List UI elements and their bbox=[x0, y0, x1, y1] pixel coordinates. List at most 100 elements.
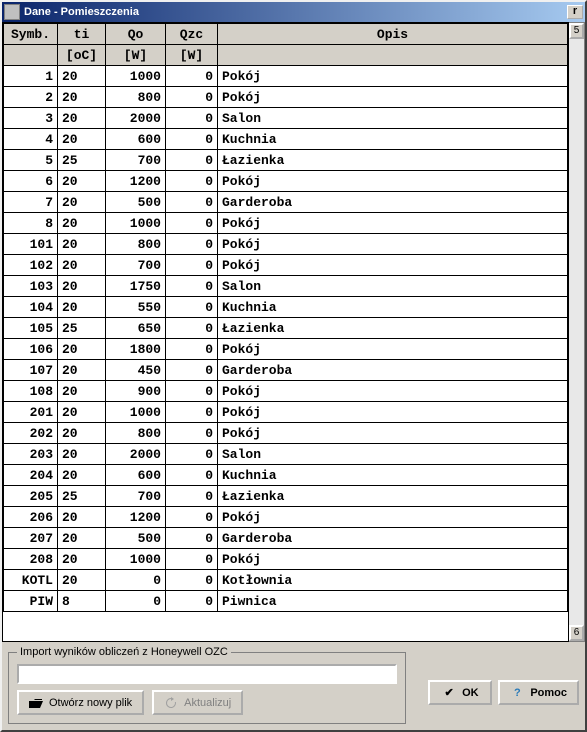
table-row[interactable]: 202208000Pokój bbox=[4, 423, 568, 444]
cell-qo[interactable]: 0 bbox=[106, 591, 166, 612]
cell-opis[interactable]: Pokój bbox=[218, 402, 568, 423]
cell-qzc[interactable]: 0 bbox=[166, 213, 218, 234]
cell-qzc[interactable]: 0 bbox=[166, 528, 218, 549]
table-row[interactable]: 104205500Kuchnia bbox=[4, 297, 568, 318]
cell-symb[interactable]: 6 bbox=[4, 171, 58, 192]
table-row[interactable]: KOTL2000Kotłownia bbox=[4, 570, 568, 591]
header-symb[interactable]: Symb. bbox=[4, 24, 58, 45]
cell-opis[interactable]: Pokój bbox=[218, 507, 568, 528]
cell-qo[interactable]: 700 bbox=[106, 486, 166, 507]
cell-qzc[interactable]: 0 bbox=[166, 276, 218, 297]
cell-ti[interactable]: 20 bbox=[58, 465, 106, 486]
cell-ti[interactable]: 20 bbox=[58, 528, 106, 549]
cell-qzc[interactable]: 0 bbox=[166, 255, 218, 276]
cell-qo[interactable]: 1000 bbox=[106, 213, 166, 234]
cell-qo[interactable]: 2000 bbox=[106, 444, 166, 465]
cell-ti[interactable]: 20 bbox=[58, 276, 106, 297]
cell-opis[interactable]: Pokój bbox=[218, 171, 568, 192]
cell-opis[interactable]: Pokój bbox=[218, 213, 568, 234]
table-row[interactable]: 2032020000Salon bbox=[4, 444, 568, 465]
cell-qzc[interactable]: 0 bbox=[166, 129, 218, 150]
cell-qo[interactable]: 1800 bbox=[106, 339, 166, 360]
cell-symb[interactable]: 207 bbox=[4, 528, 58, 549]
cell-symb[interactable]: 106 bbox=[4, 339, 58, 360]
cell-opis[interactable]: Łazienka bbox=[218, 486, 568, 507]
title-bar[interactable]: Dane - Pomieszczenia r bbox=[2, 2, 585, 22]
cell-ti[interactable]: 20 bbox=[58, 360, 106, 381]
cell-qo[interactable]: 1000 bbox=[106, 549, 166, 570]
ok-button[interactable]: ✔ OK bbox=[428, 680, 492, 705]
cell-qzc[interactable]: 0 bbox=[166, 234, 218, 255]
cell-qo[interactable]: 700 bbox=[106, 255, 166, 276]
cell-opis[interactable]: Pokój bbox=[218, 66, 568, 87]
cell-qo[interactable]: 1000 bbox=[106, 402, 166, 423]
cell-qzc[interactable]: 0 bbox=[166, 381, 218, 402]
header-qo[interactable]: Qo bbox=[106, 24, 166, 45]
cell-symb[interactable]: 3 bbox=[4, 108, 58, 129]
cell-symb[interactable]: 7 bbox=[4, 192, 58, 213]
cell-ti[interactable]: 25 bbox=[58, 486, 106, 507]
cell-qo[interactable]: 600 bbox=[106, 465, 166, 486]
table-row[interactable]: 2082010000Pokój bbox=[4, 549, 568, 570]
table-row[interactable]: 107204500Garderoba bbox=[4, 360, 568, 381]
cell-opis[interactable]: Pokój bbox=[218, 423, 568, 444]
table-row[interactable]: 105256500Łazienka bbox=[4, 318, 568, 339]
cell-opis[interactable]: Pokój bbox=[218, 255, 568, 276]
table-row[interactable]: 204206000Kuchnia bbox=[4, 465, 568, 486]
cell-symb[interactable]: 205 bbox=[4, 486, 58, 507]
table-row[interactable]: 7205000Garderoba bbox=[4, 192, 568, 213]
cell-qo[interactable]: 2000 bbox=[106, 108, 166, 129]
cell-symb[interactable]: 202 bbox=[4, 423, 58, 444]
cell-qo[interactable]: 800 bbox=[106, 87, 166, 108]
cell-symb[interactable]: 108 bbox=[4, 381, 58, 402]
header-qzc[interactable]: Qzc bbox=[166, 24, 218, 45]
cell-qo[interactable]: 1750 bbox=[106, 276, 166, 297]
help-button[interactable]: ? Pomoc bbox=[498, 680, 579, 705]
import-path-input[interactable] bbox=[17, 664, 397, 684]
cell-ti[interactable]: 20 bbox=[58, 549, 106, 570]
cell-ti[interactable]: 20 bbox=[58, 108, 106, 129]
cell-qzc[interactable]: 0 bbox=[166, 339, 218, 360]
cell-qzc[interactable]: 0 bbox=[166, 87, 218, 108]
cell-opis[interactable]: Salon bbox=[218, 108, 568, 129]
cell-ti[interactable]: 20 bbox=[58, 129, 106, 150]
cell-ti[interactable]: 20 bbox=[58, 213, 106, 234]
cell-opis[interactable]: Łazienka bbox=[218, 318, 568, 339]
scroll-down-button[interactable]: 6 bbox=[569, 625, 584, 641]
cell-ti[interactable]: 20 bbox=[58, 339, 106, 360]
cell-qzc[interactable]: 0 bbox=[166, 318, 218, 339]
cell-opis[interactable]: Pokój bbox=[218, 381, 568, 402]
cell-qo[interactable]: 800 bbox=[106, 234, 166, 255]
cell-opis[interactable]: Kuchnia bbox=[218, 129, 568, 150]
cell-qzc[interactable]: 0 bbox=[166, 570, 218, 591]
cell-opis[interactable]: Pokój bbox=[218, 234, 568, 255]
cell-opis[interactable]: Piwnica bbox=[218, 591, 568, 612]
cell-ti[interactable]: 20 bbox=[58, 444, 106, 465]
cell-symb[interactable]: 107 bbox=[4, 360, 58, 381]
table-row[interactable]: 32020000Salon bbox=[4, 108, 568, 129]
table-row[interactable]: 101208000Pokój bbox=[4, 234, 568, 255]
table-row[interactable]: 2208000Pokój bbox=[4, 87, 568, 108]
cell-qo[interactable]: 800 bbox=[106, 423, 166, 444]
close-button[interactable]: r bbox=[567, 5, 583, 19]
cell-symb[interactable]: 104 bbox=[4, 297, 58, 318]
cell-qo[interactable]: 1200 bbox=[106, 171, 166, 192]
cell-symb[interactable]: 204 bbox=[4, 465, 58, 486]
cell-qzc[interactable]: 0 bbox=[166, 465, 218, 486]
header-opis[interactable]: Opis bbox=[218, 24, 568, 45]
table-row[interactable]: 207205000Garderoba bbox=[4, 528, 568, 549]
cell-qo[interactable]: 0 bbox=[106, 570, 166, 591]
table-row[interactable]: 102207000Pokój bbox=[4, 255, 568, 276]
cell-opis[interactable]: Kotłownia bbox=[218, 570, 568, 591]
cell-qo[interactable]: 1200 bbox=[106, 507, 166, 528]
header-ti[interactable]: ti bbox=[58, 24, 106, 45]
cell-symb[interactable]: PIW bbox=[4, 591, 58, 612]
table-row[interactable]: 1032017500Salon bbox=[4, 276, 568, 297]
cell-opis[interactable]: Pokój bbox=[218, 87, 568, 108]
table-row[interactable]: 205257000Łazienka bbox=[4, 486, 568, 507]
table-row[interactable]: 108209000Pokój bbox=[4, 381, 568, 402]
cell-symb[interactable]: KOTL bbox=[4, 570, 58, 591]
cell-symb[interactable]: 1 bbox=[4, 66, 58, 87]
cell-opis[interactable]: Salon bbox=[218, 444, 568, 465]
cell-opis[interactable]: Kuchnia bbox=[218, 465, 568, 486]
